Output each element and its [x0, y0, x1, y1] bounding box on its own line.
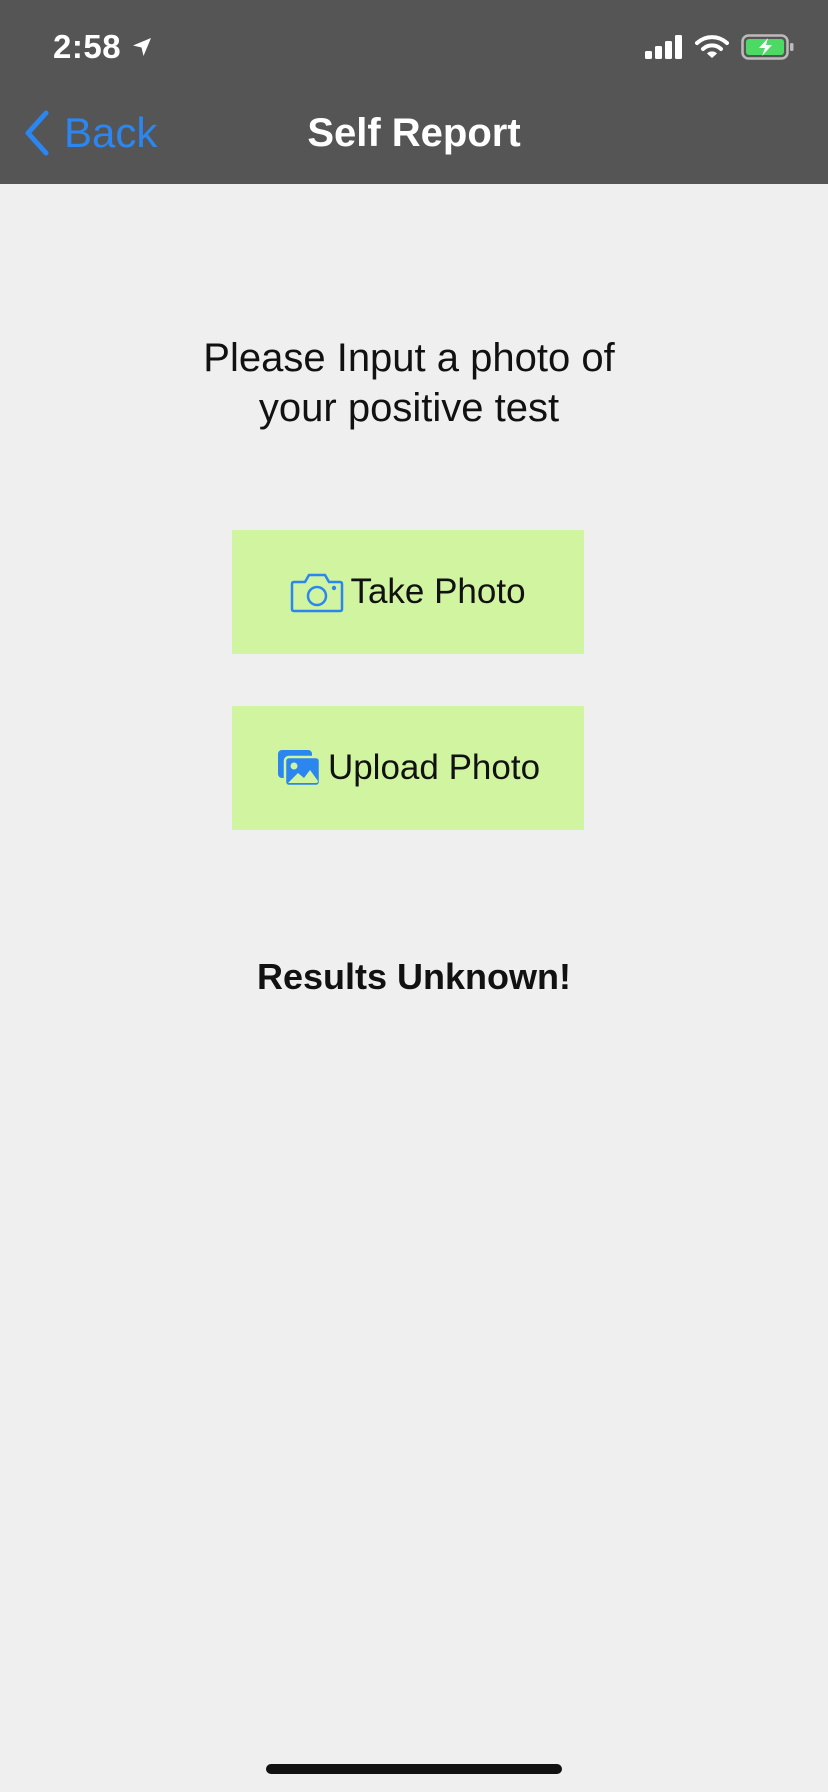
take-photo-label: Take Photo	[350, 572, 526, 611]
photo-library-icon	[277, 750, 322, 788]
upload-photo-button[interactable]: Upload Photo	[232, 706, 584, 830]
photo-prompt: Please Input a photo of your positive te…	[203, 336, 615, 430]
page-title: Self Report	[307, 111, 521, 155]
battery-charging-icon	[741, 34, 794, 60]
result-status: Results Unknown!	[256, 956, 571, 997]
wifi-icon	[695, 35, 729, 58]
take-photo-button[interactable]: Take Photo	[232, 530, 584, 654]
camera-icon	[291, 573, 344, 613]
home-indicator[interactable]	[266, 1764, 562, 1774]
status-time: 2:58	[53, 28, 153, 66]
status-icons	[645, 34, 795, 60]
top-bar: 2:58 Back Self Report	[0, 0, 828, 184]
location-arrow-icon	[133, 38, 152, 56]
upload-photo-label: Upload Photo	[327, 748, 541, 787]
cellular-signal-icon	[645, 35, 682, 59]
status-time-label: 2:58	[53, 28, 122, 65]
